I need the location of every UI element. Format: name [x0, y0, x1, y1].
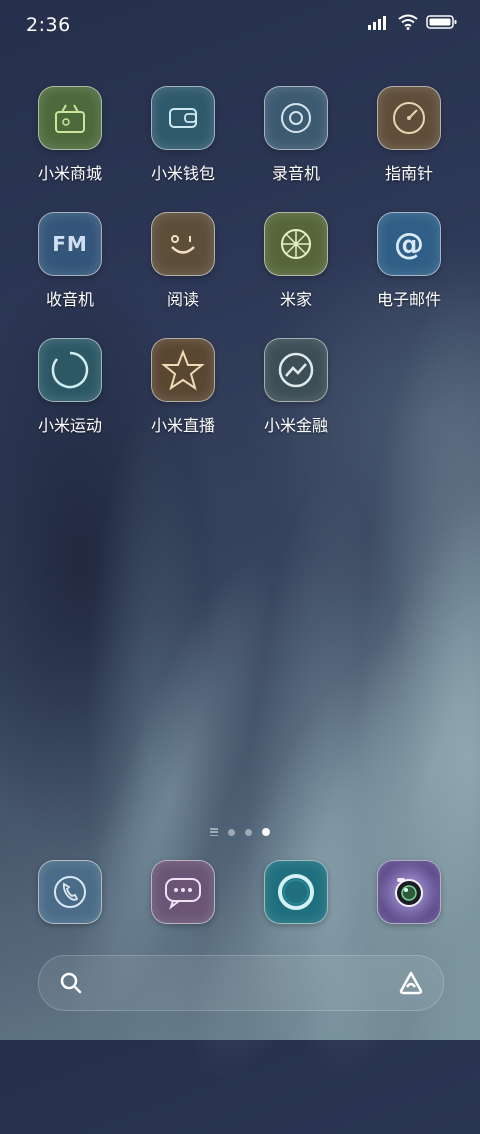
search-bar[interactable] [38, 955, 444, 1011]
reader-smile-icon [151, 212, 215, 276]
at-glyph: @ [394, 226, 424, 262]
dock [0, 860, 480, 926]
app-recorder[interactable]: 录音机 [241, 86, 351, 184]
app-label: 收音机 [45, 290, 94, 309]
dock-messages[interactable] [128, 860, 238, 924]
app-label: 小米钱包 [150, 164, 215, 183]
page-dot[interactable] [228, 828, 235, 836]
camera-icon [377, 860, 441, 924]
app-label: 米家 [279, 290, 312, 309]
phone-icon [38, 860, 102, 924]
compass-icon [377, 86, 441, 150]
status-time: 2:36 [26, 14, 71, 36]
app-mi-fit[interactable]: 小米运动 [15, 338, 125, 436]
app-mi-live[interactable]: 小米直播 [128, 338, 238, 436]
status-icons [368, 14, 458, 30]
app-reader[interactable]: 阅读 [128, 212, 238, 310]
radio-fm-icon: FM [38, 212, 102, 276]
browser-ring-icon [264, 860, 328, 924]
mi-home-icon [264, 212, 328, 276]
app-label: 小米运动 [37, 416, 102, 435]
app-compass[interactable]: 指南针 [354, 86, 464, 184]
wallet-icon [151, 86, 215, 150]
wallpaper-streak [226, 406, 480, 1134]
dock-phone[interactable] [15, 860, 125, 924]
app-mi-home[interactable]: 米家 [241, 212, 351, 310]
mi-store-icon [38, 86, 102, 150]
live-star-icon [151, 338, 215, 402]
fm-glyph: FM [52, 232, 88, 256]
signal-icon [368, 16, 386, 30]
app-label: 录音机 [271, 164, 320, 183]
page-dot[interactable] [245, 828, 252, 836]
app-label: 电子邮件 [376, 290, 441, 309]
battery-icon [426, 15, 457, 29]
dock-browser[interactable] [241, 860, 351, 924]
recorder-icon [264, 86, 328, 150]
app-radio[interactable]: FM 收音机 [15, 212, 125, 310]
app-label: 指南针 [384, 164, 433, 183]
page-indicator [0, 828, 480, 836]
app-label: 小米金融 [263, 416, 328, 435]
search-icon[interactable] [59, 971, 83, 995]
app-email[interactable]: @ 电子邮件 [354, 212, 464, 310]
assistant-icon[interactable] [397, 970, 425, 996]
app-label: 阅读 [166, 290, 199, 309]
app-label: 小米商城 [37, 164, 102, 183]
page-dot-active[interactable] [262, 828, 270, 836]
mi-fit-icon [38, 338, 102, 402]
app-mi-wallet[interactable]: 小米钱包 [128, 86, 238, 184]
email-at-icon: @ [377, 212, 441, 276]
wifi-icon [398, 14, 418, 30]
finance-icon [264, 338, 328, 402]
page-list-icon[interactable] [210, 828, 218, 836]
message-icon [151, 860, 215, 924]
status-bar: 2:36 [0, 0, 480, 50]
app-mi-store[interactable]: 小米商城 [15, 86, 125, 184]
app-label: 小米直播 [150, 416, 215, 435]
dock-camera[interactable] [354, 860, 464, 924]
app-mi-finance[interactable]: 小米金融 [241, 338, 351, 436]
